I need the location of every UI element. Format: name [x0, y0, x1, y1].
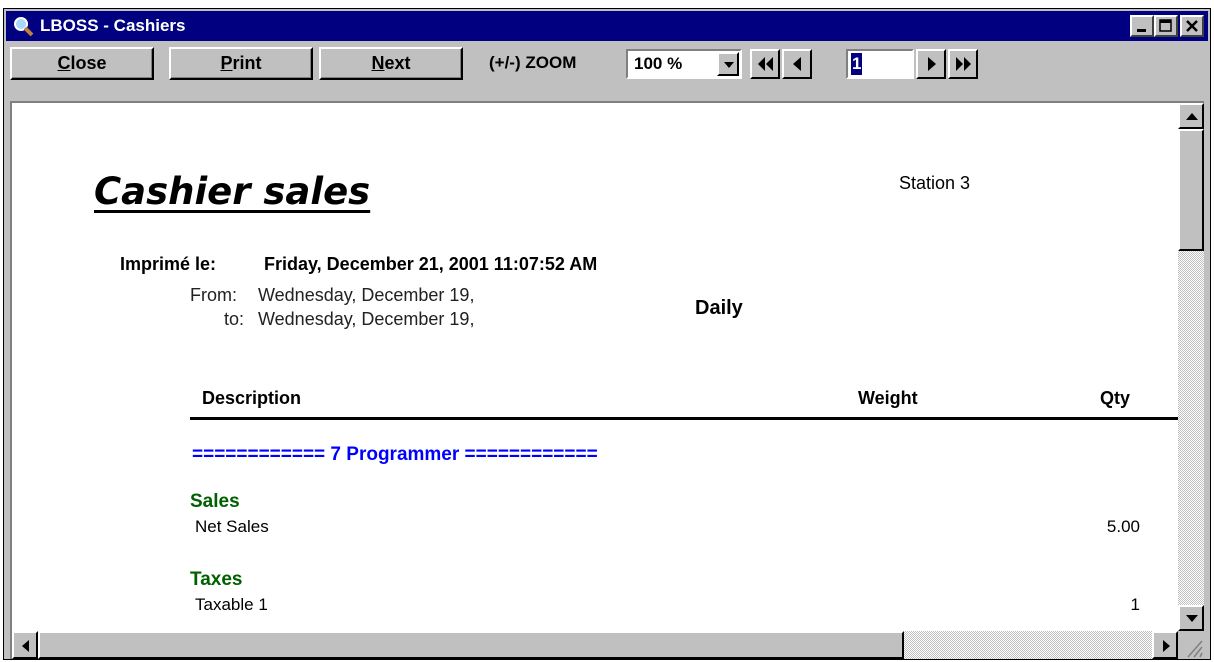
period-label: Daily	[695, 297, 743, 319]
close-button-mnemonic: C	[57, 53, 71, 73]
printed-value: Friday, December 21, 2001 11:07:52 AM	[264, 254, 598, 274]
previous-page-icon	[793, 57, 801, 71]
minimize-icon	[1137, 29, 1146, 32]
report-title: Cashier sales	[94, 170, 371, 213]
station-label: Station 3	[899, 173, 971, 193]
scroll-down-button[interactable]	[1178, 605, 1204, 631]
printed-label: Imprimé le:	[120, 254, 217, 274]
column-header-description: Description	[202, 388, 302, 408]
zoom-select[interactable]: 100 %	[626, 49, 742, 79]
toolbar: Close Print Next (+/-) ZOOM 100 % 1	[6, 43, 1208, 85]
scroll-up-button[interactable]	[1178, 103, 1204, 129]
close-button-label: lose	[70, 53, 107, 73]
first-page-button[interactable]	[750, 49, 780, 79]
row-value-taxable-1: 1	[1130, 595, 1140, 614]
close-button[interactable]: Close	[10, 47, 154, 80]
section-title-taxes: Taxes	[190, 569, 243, 590]
page-number-input[interactable]: 1	[846, 49, 914, 79]
resize-grip-icon	[1187, 640, 1203, 658]
size-grip[interactable]	[1178, 631, 1204, 659]
zoom-label: (+/-) ZOOM	[489, 53, 577, 72]
previous-page-button[interactable]	[782, 49, 812, 79]
header-divider	[190, 417, 1178, 420]
report-viewport[interactable]: Cashier sales Station 3 Imprimé le: Frid…	[10, 101, 1204, 659]
minimize-button[interactable]	[1130, 15, 1154, 37]
from-value: Wednesday, December 19,	[258, 285, 475, 305]
column-header-qty: Qty	[1100, 388, 1131, 408]
group-header: ============ 7 Programmer ============	[192, 444, 598, 465]
horizontal-scrollbar[interactable]	[12, 631, 1178, 659]
maximize-icon	[1159, 19, 1172, 32]
print-button-label: rint	[232, 53, 262, 73]
window-close-button[interactable]	[1180, 15, 1204, 37]
vertical-scrollbar[interactable]	[1178, 103, 1204, 631]
close-icon	[1186, 20, 1198, 32]
next-page-icon	[928, 57, 936, 71]
last-page-icon	[956, 57, 971, 71]
zoom-dropdown-button[interactable]	[717, 52, 739, 76]
maximize-button[interactable]	[1154, 15, 1178, 37]
section-title-sales: Sales	[190, 491, 240, 512]
to-value: Wednesday, December 19,	[258, 309, 475, 329]
vertical-scroll-thumb[interactable]	[1178, 129, 1204, 251]
arrow-left-icon	[22, 640, 29, 652]
last-page-button[interactable]	[948, 49, 978, 79]
arrow-up-icon	[1186, 113, 1198, 120]
arrow-down-icon	[1186, 615, 1198, 622]
row-label-net-sales: Net Sales	[195, 517, 269, 536]
column-header-weight: Weight	[858, 388, 918, 408]
row-label-taxable-1: Taxable 1	[195, 595, 268, 614]
next-button-mnemonic: N	[371, 53, 385, 73]
arrow-right-icon	[1163, 640, 1170, 652]
print-button-mnemonic: P	[220, 53, 233, 73]
page-number-value: 1	[851, 53, 863, 75]
zoom-value: 100 %	[634, 54, 683, 73]
report-page: Cashier sales Station 3 Imprimé le: Frid…	[12, 103, 1178, 631]
cashiers-window: LBOSS - Cashiers Close Print Next (+/-) …	[3, 8, 1211, 660]
first-page-icon	[758, 57, 773, 71]
magnifier-icon	[14, 17, 34, 37]
window-title: LBOSS - Cashiers	[40, 16, 186, 35]
horizontal-scroll-thumb[interactable]	[38, 631, 904, 659]
chevron-down-icon	[724, 62, 734, 68]
to-label: to:	[224, 309, 245, 329]
scroll-left-button[interactable]	[12, 631, 38, 659]
next-button[interactable]: Next	[319, 47, 463, 80]
next-page-button[interactable]	[916, 49, 946, 79]
next-button-label: ext	[384, 53, 411, 73]
from-label: From:	[190, 285, 237, 305]
scroll-right-button[interactable]	[1152, 631, 1178, 659]
title-bar[interactable]: LBOSS - Cashiers	[6, 11, 1208, 41]
print-button[interactable]: Print	[169, 47, 313, 80]
row-value-net-sales: 5.00	[1106, 517, 1140, 536]
